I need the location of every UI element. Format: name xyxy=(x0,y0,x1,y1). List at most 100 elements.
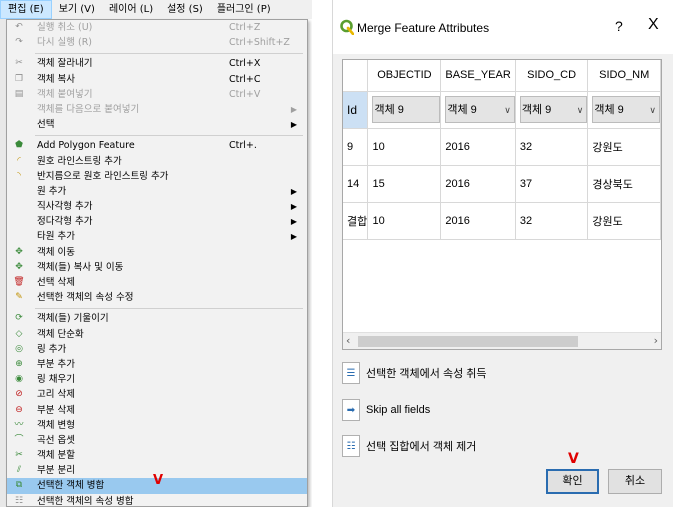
edit-menu-dropdown: ↶ 실행 취소 (U) Ctrl+Z ↷ 다시 실행 (R) Ctrl+Shift+Z ✂ 객… xyxy=(6,19,308,507)
menu-item-원-추가[interactable]: 원 추가 ▶ xyxy=(7,184,307,199)
menu-item-객체-들-기울이기[interactable]: ⟳ 객체(들) 기울이기 xyxy=(7,311,307,326)
row-header[interactable]: 14 xyxy=(343,165,369,203)
table-cell[interactable]: 2016 xyxy=(440,128,516,166)
menu-plugins[interactable]: 플러그인 (P) xyxy=(210,0,278,19)
table-cell[interactable]: 15 xyxy=(367,165,442,203)
add-polygon-icon: ⬟ xyxy=(15,140,23,151)
submenu-arrow-icon: ▶ xyxy=(290,202,297,212)
merge-behavior-select[interactable]: 객체 9 ∨ xyxy=(592,96,660,123)
menu-item-직사각형-추가[interactable]: 직사각형 추가 ▶ xyxy=(7,199,307,214)
qgis-main-window: 편집 (E) 보기 (V) 레이어 (L) 설정 (S) 플러그인 (P) ↶ 실… xyxy=(0,0,312,507)
scroll-left-icon[interactable]: ‹ xyxy=(346,334,350,347)
menu-item-정다각형-추가[interactable]: 정다각형 추가 ▶ xyxy=(7,214,307,229)
merge-behavior-select[interactable]: 객체 9 xyxy=(372,96,440,123)
menu-item-객체-분할[interactable]: ✂ 객체 분할 xyxy=(7,448,307,463)
table-cell[interactable]: 강원도 xyxy=(587,202,661,240)
menu-item-부분-삭제[interactable]: ⊖ 부분 삭제 xyxy=(7,403,307,418)
scroll-right-icon[interactable]: › xyxy=(654,334,658,347)
table-cell[interactable]: 경상북도 xyxy=(587,165,661,203)
menu-item-선택[interactable]: 선택 ▶ xyxy=(7,117,307,132)
menu-item-객체-잘라내기[interactable]: ✂ 객체 잘라내기 Ctrl+X xyxy=(7,56,307,71)
menu-item-객체-단순화[interactable]: ◇ 객체 단순화 xyxy=(7,327,307,342)
menu-item-선택한-객체의-속성-병합[interactable]: ☷ 선택한 객체의 속성 병합 xyxy=(7,494,307,506)
take-attributes-button[interactable]: ☰ 선택한 객체에서 속성 취득 xyxy=(342,360,487,386)
combo-value: 객체 9 xyxy=(447,104,477,116)
remove-from-selection-button[interactable]: ☷ 선택 집합에서 객체 제거 xyxy=(342,433,476,459)
column-header[interactable]: SIDO_CD xyxy=(515,60,589,92)
merge-behavior-select[interactable]: 객체 9 ∨ xyxy=(445,96,515,123)
table-row[interactable]: 9 10 2016 32 강원도 xyxy=(343,128,661,166)
reshape-feature-icon: 〰 xyxy=(14,419,24,430)
scrollbar-thumb[interactable] xyxy=(358,336,578,347)
cut-icon: ✂ xyxy=(15,58,23,69)
menu-item-label: 선택 xyxy=(37,119,55,131)
menu-item-다시-실행-r[interactable]: ↷ 다시 실행 (R) Ctrl+Shift+Z xyxy=(7,35,307,50)
menubar: 편집 (E) 보기 (V) 레이어 (L) 설정 (S) 플러그인 (P) xyxy=(0,0,312,19)
close-button[interactable]: X xyxy=(648,16,659,34)
menu-item-객체-복사[interactable]: ❐ 객체 복사 Ctrl+C xyxy=(7,72,307,87)
merge-behavior-select[interactable]: 객체 9 ∨ xyxy=(519,96,587,123)
menu-item-곡선-옵셋[interactable]: ⌒ 곡선 옵셋 xyxy=(7,433,307,448)
action-label: 선택한 객체에서 속성 취득 xyxy=(366,368,487,380)
merge-combo-cell: 객체 9 ∨ xyxy=(587,91,661,129)
menu-item-링-추가[interactable]: ◎ 링 추가 xyxy=(7,342,307,357)
menu-item-label: 링 채우기 xyxy=(37,374,75,386)
cancel-button[interactable]: 취소 xyxy=(608,469,662,494)
menu-item-원호-라인스트링-추가[interactable]: ◜ 원호 라인스트링 추가 xyxy=(7,154,307,169)
table-cell[interactable]: 10 xyxy=(367,202,442,240)
menu-item-실행-취소-u[interactable]: ↶ 실행 취소 (U) Ctrl+Z xyxy=(7,20,307,35)
skip-all-fields-button[interactable]: ➡ Skip all fields xyxy=(342,397,430,423)
row-header[interactable]: 결합 xyxy=(343,202,369,240)
attribute-grid[interactable]: OBJECTID BASE_YEAR SIDO_CD SIDO_NM Id 객체… xyxy=(342,59,662,350)
table-cell[interactable]: 10 xyxy=(367,128,442,166)
delete-part-icon: ⊖ xyxy=(15,404,23,415)
table-cell[interactable]: 32 xyxy=(515,202,589,240)
table-cell[interactable]: 32 xyxy=(515,128,589,166)
column-header[interactable]: BASE_YEAR xyxy=(440,60,516,92)
menu-item-타원-추가[interactable]: 타원 추가 ▶ xyxy=(7,229,307,244)
table-row[interactable]: 14 15 2016 37 경상북도 xyxy=(343,165,661,203)
menu-view[interactable]: 보기 (V) xyxy=(52,0,102,19)
annotation-mark: V xyxy=(153,473,164,489)
menu-item-선택한-객체-병합[interactable]: ⧉ 선택한 객체 병합 V xyxy=(7,473,307,494)
menu-item-label: 부분 삭제 xyxy=(37,404,75,416)
row-header[interactable]: 9 xyxy=(343,128,369,166)
help-button[interactable]: ? xyxy=(615,18,623,34)
menu-item-선택한-객체의-속성-수정[interactable]: ✎ 선택한 객체의 속성 수정 xyxy=(7,290,307,305)
merge-behavior-row: Id 객체 9 객체 9 ∨ 객체 9 ∨ 객체 9 ∨ xyxy=(343,91,661,129)
menu-item-label: 직사각형 추가 xyxy=(37,201,93,213)
submenu-arrow-icon: ▶ xyxy=(290,217,297,227)
menu-item-add-polygon-feature[interactable]: ⬟ Add Polygon Feature Ctrl+. xyxy=(7,138,307,153)
table-row[interactable]: 결합 10 2016 32 강원도 xyxy=(343,202,661,240)
menu-item-부분-추가[interactable]: ⊕ 부분 추가 xyxy=(7,357,307,372)
menu-layer[interactable]: 레이어 (L) xyxy=(102,0,160,19)
menu-item-label: 반지름으로 원호 라인스트링 추가 xyxy=(37,170,169,182)
attribute-table: OBJECTID BASE_YEAR SIDO_CD SIDO_NM Id 객체… xyxy=(343,60,661,240)
menu-edit[interactable]: 편집 (E) xyxy=(0,0,52,19)
column-header[interactable]: SIDO_NM xyxy=(587,60,661,92)
ok-button[interactable]: 확인 xyxy=(546,469,599,494)
table-cell[interactable]: 2016 xyxy=(440,165,516,203)
horizontal-scrollbar[interactable]: ‹ › xyxy=(343,332,661,349)
menu-item-반지름으로-원호-라인스트링-추가[interactable]: ◝ 반지름으로 원호 라인스트링 추가 xyxy=(7,169,307,184)
menu-item-객체를-다음으로-붙여넣기[interactable]: 객체를 다음으로 붙여넣기 ▶ xyxy=(7,102,307,117)
merge-combo-cell: 객체 9 ∨ xyxy=(515,91,589,129)
menu-settings[interactable]: 설정 (S) xyxy=(160,0,210,19)
merge-feature-attributes-dialog: Merge Feature Attributes ? X OBJECTID BA… xyxy=(332,0,673,507)
table-cell[interactable]: 강원도 xyxy=(587,128,661,166)
table-cell[interactable]: 2016 xyxy=(440,202,516,240)
menu-item-객체-변형[interactable]: 〰 객체 변형 xyxy=(7,418,307,433)
menu-item-링-채우기[interactable]: ◉ 링 채우기 xyxy=(7,372,307,387)
menu-shortcut: Ctrl+C xyxy=(229,73,261,85)
submenu-arrow-icon: ▶ xyxy=(290,232,297,242)
submenu-arrow-icon: ▶ xyxy=(290,186,297,196)
menu-item-객체-들-복사-및-이동[interactable]: ✥ 객체(들) 복사 및 이동 xyxy=(7,260,307,275)
menu-item-label: 다시 실행 (R) xyxy=(37,37,93,49)
table-cell[interactable]: 37 xyxy=(515,165,589,203)
menu-item-고리-삭제[interactable]: ⊘ 고리 삭제 xyxy=(7,387,307,402)
menu-item-객체-붙여넣기[interactable]: ▤ 객체 붙여넣기 Ctrl+V xyxy=(7,87,307,102)
add-ring-icon: ◎ xyxy=(15,343,23,354)
column-header[interactable]: OBJECTID xyxy=(367,60,442,92)
menu-item-선택-삭제[interactable]: 🗑 선택 삭제 xyxy=(7,275,307,290)
menu-item-객체-이동[interactable]: ✥ 객체 이동 xyxy=(7,245,307,260)
